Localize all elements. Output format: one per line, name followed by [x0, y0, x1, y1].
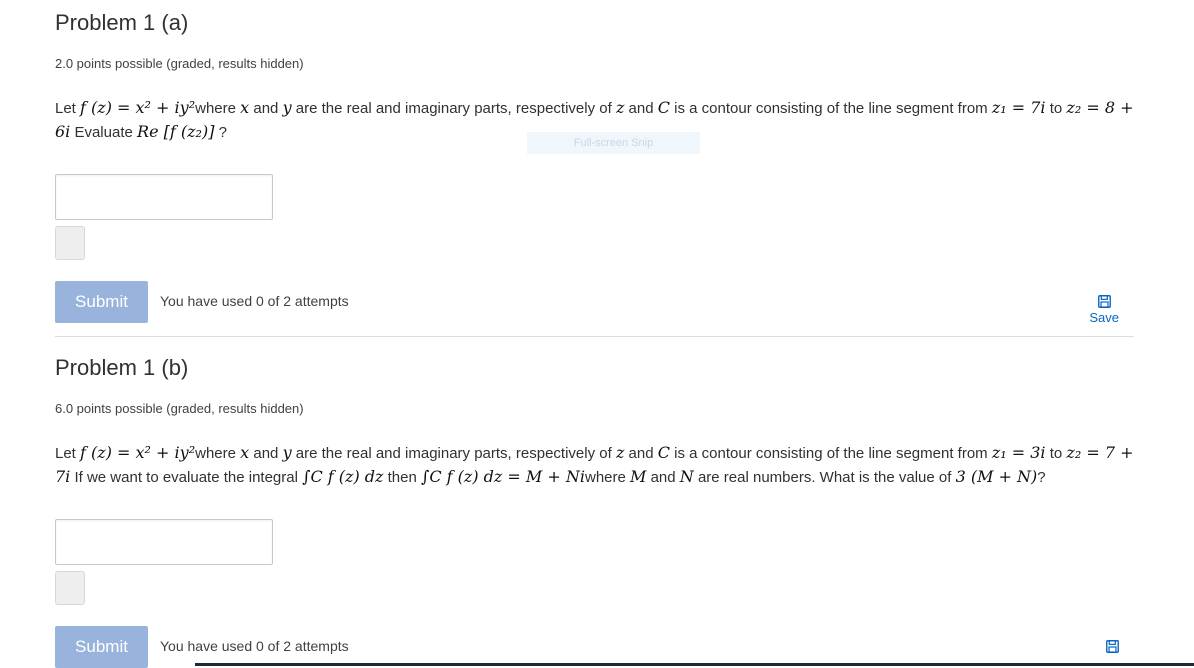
statement-text: Let [55, 445, 81, 462]
statement-text: Evaluate [70, 124, 138, 141]
statement-text: then [383, 469, 421, 486]
points-possible: 6.0 points possible (graded, results hid… [55, 401, 304, 416]
math-expression: y [282, 98, 292, 117]
action-row: Submit You have used 0 of 2 attempts Sav… [55, 281, 1134, 325]
math-expression: z₁ = 7i [991, 98, 1046, 117]
math-expression: z₁ = 3i [991, 443, 1046, 462]
math-expression: ∫C f (z) dz = M + Ni [420, 467, 585, 486]
save-button[interactable] [1106, 640, 1119, 653]
answer-status-indicator [55, 571, 85, 605]
math-expression: Re [f (z₂)] [137, 122, 215, 141]
statement-text: and [624, 445, 658, 462]
answer-status-indicator [55, 226, 85, 260]
statement-text: and [249, 445, 283, 462]
action-row: Submit You have used 0 of 2 attempts [55, 626, 1134, 668]
statement-text: is a contour consisting of the line segm… [670, 100, 992, 117]
math-expression: ∫C f (z) dz [302, 467, 384, 486]
math-expression: N [679, 467, 694, 486]
save-button[interactable]: Save [1089, 295, 1119, 325]
save-label: Save [1089, 310, 1119, 325]
snip-tooltip: Full-screen Snip [527, 132, 700, 154]
attempts-text: You have used 0 of 2 attempts [160, 293, 349, 309]
statement-text: and [646, 469, 680, 486]
points-possible: 2.0 points possible (graded, results hid… [55, 56, 304, 71]
statement-text: If we want to evaluate the integral [70, 469, 303, 486]
math-expression: M [630, 467, 647, 486]
submit-button[interactable]: Submit [55, 626, 148, 668]
statement-text: where [195, 445, 241, 462]
math-expression: x [240, 98, 250, 117]
statement-text: are the real and imaginary parts, respec… [291, 100, 616, 117]
attempts-text: You have used 0 of 2 attempts [160, 638, 349, 654]
statement-text: ? [214, 124, 227, 141]
statement-text: ? [1037, 469, 1046, 486]
statement-text: is a contour consisting of the line segm… [670, 445, 992, 462]
statement-text: to [1045, 445, 1067, 462]
answer-input[interactable] [55, 174, 273, 220]
math-expression: f (z) = x² + iy² [80, 98, 196, 117]
problem-divider [55, 336, 1134, 337]
problem-title: Problem 1 (a) [55, 10, 189, 35]
statement-text: Let [55, 100, 81, 117]
math-expression: x [240, 443, 250, 462]
statement-text: to [1045, 100, 1067, 117]
statement-text: are real numbers. What is the value of [693, 469, 956, 486]
statement-text: are the real and imaginary parts, respec… [291, 445, 616, 462]
statement-text: and [249, 100, 283, 117]
problem-title: Problem 1 (b) [55, 355, 189, 380]
problem-1b: Problem 1 (b) 6.0 points possible (grade… [55, 353, 1134, 668]
math-expression: C [657, 98, 670, 117]
floppy-disk-icon [1097, 295, 1111, 308]
math-expression: f (z) = x² + iy² [80, 443, 196, 462]
math-expression: C [657, 443, 670, 462]
problem-statement: Let f (z) = x² + iy²where x and y are th… [55, 441, 1135, 489]
submit-button[interactable]: Submit [55, 281, 148, 323]
statement-text: where [584, 469, 631, 486]
statement-text: where [195, 100, 241, 117]
statement-text: and [624, 100, 658, 117]
math-expression: 3 (M + N) [955, 467, 1038, 486]
problem-1a: Problem 1 (a) 2.0 points possible (grade… [55, 8, 1134, 325]
floppy-disk-icon [1106, 640, 1119, 653]
answer-input[interactable] [55, 519, 273, 565]
math-expression: y [282, 443, 292, 462]
